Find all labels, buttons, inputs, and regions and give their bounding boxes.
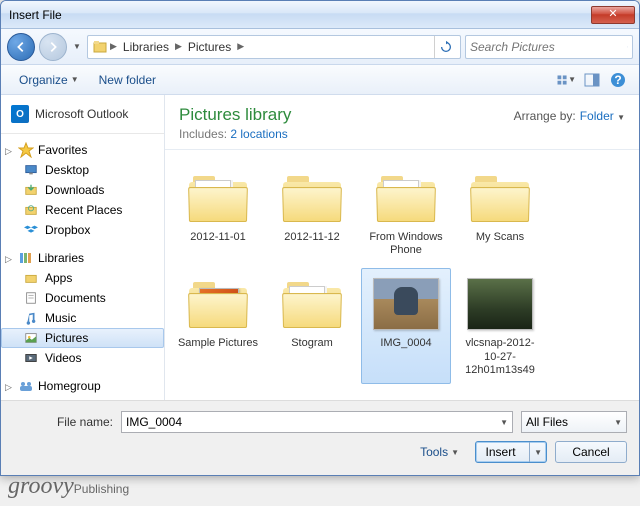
folder-icon [371, 169, 441, 227]
folder-icon [277, 169, 347, 227]
search-box[interactable] [465, 35, 633, 59]
library-subtitle: Includes: 2 locations [179, 127, 291, 141]
homegroup-icon [18, 378, 34, 394]
breadcrumb-separator[interactable]: ▶ [110, 41, 117, 52]
dropbox-icon [23, 222, 39, 238]
preview-pane-button[interactable] [581, 69, 603, 91]
breadcrumb-separator[interactable]: ▶ [175, 41, 182, 52]
library-title: Pictures library [179, 105, 291, 125]
file-item[interactable]: From Windows Phone [361, 162, 451, 264]
dialog-window: Insert File ✕ ▼ ▶ Libraries ▶ Pictures ▶ [0, 0, 640, 476]
file-item-label: From Windows Phone [364, 231, 448, 257]
desktop-icon [23, 162, 39, 178]
locations-link[interactable]: 2 locations [230, 127, 287, 141]
file-item-label: vlcsnap-2012-10-27-12h01m13s49 [458, 337, 542, 377]
dialog-footer: File name: ▼ All Files ▼ Tools ▼ Insert … [1, 400, 639, 475]
sidebar-item-apps[interactable]: Apps [1, 268, 164, 288]
chevron-down-icon[interactable]: ▼ [500, 418, 508, 427]
refresh-button[interactable] [434, 36, 456, 58]
folder-icon [465, 169, 535, 227]
sidebar-item-videos[interactable]: Videos [1, 348, 164, 368]
downloads-icon [23, 182, 39, 198]
file-item[interactable]: IMG_0004 [361, 268, 451, 384]
sidebar-item-pictures[interactable]: Pictures [1, 328, 164, 348]
toolbar: Organize ▼ New folder ▼ ? [1, 65, 639, 95]
breadcrumb-libraries[interactable]: Libraries [119, 38, 173, 56]
file-item[interactable]: My Scans [455, 162, 545, 264]
arrange-by: Arrange by: Folder ▼ [514, 105, 625, 123]
pictures-icon [23, 330, 39, 346]
navigation-bar: ▼ ▶ Libraries ▶ Pictures ▶ [1, 29, 639, 65]
insert-split-dropdown[interactable]: ▼ [529, 442, 546, 462]
file-grid[interactable]: 2012-11-01 2012-11-12 From Windows Phone My… [165, 150, 639, 400]
arrange-by-dropdown[interactable]: Folder ▼ [580, 109, 625, 123]
sidebar-favorites-head[interactable]: ▷ Favorites [1, 140, 164, 160]
file-filter-dropdown[interactable]: All Files ▼ [521, 411, 627, 433]
breadcrumb-pictures[interactable]: Pictures [184, 38, 235, 56]
documents-icon [23, 290, 39, 306]
filename-label: File name: [13, 415, 113, 429]
star-icon [18, 142, 34, 158]
close-button[interactable]: ✕ [591, 6, 635, 24]
filename-input[interactable] [126, 415, 500, 429]
music-icon [23, 310, 39, 326]
watermark: groovyPublishing [8, 473, 129, 500]
outlook-icon: O [11, 105, 29, 123]
chevron-down-icon: ▼ [614, 418, 622, 427]
filename-combobox[interactable]: ▼ [121, 411, 513, 433]
new-folder-button[interactable]: New folder [91, 69, 164, 91]
history-dropdown-icon[interactable]: ▼ [71, 38, 83, 56]
navigation-pane: O Microsoft Outlook ▷ Favorites Desktop … [1, 95, 165, 400]
file-item[interactable]: 2012-11-12 [267, 162, 357, 264]
view-options-button[interactable]: ▼ [555, 69, 577, 91]
file-item-label: Sample Pictures [178, 337, 258, 350]
forward-button[interactable] [39, 33, 67, 61]
file-item[interactable]: Sample Pictures [173, 268, 263, 384]
folder-icon [183, 275, 253, 333]
content-pane: Pictures library Includes: 2 locations A… [165, 95, 639, 400]
organize-menu[interactable]: Organize ▼ [11, 69, 87, 91]
folder-icon [23, 270, 39, 286]
sidebar-item-documents[interactable]: Documents [1, 288, 164, 308]
location-icon [92, 39, 108, 55]
image-thumbnail [465, 275, 535, 333]
recent-icon [23, 202, 39, 218]
file-item-label: 2012-11-12 [284, 231, 339, 244]
titlebar: Insert File ✕ [1, 1, 639, 29]
search-input[interactable] [470, 40, 627, 54]
file-item-label: 2012-11-01 [190, 231, 245, 244]
file-item-label: My Scans [476, 231, 524, 244]
sidebar-libraries-head[interactable]: ▷ Libraries [1, 248, 164, 268]
image-thumbnail [371, 275, 441, 333]
sidebar-item-recent[interactable]: Recent Places [1, 200, 164, 220]
sidebar-item-music[interactable]: Music [1, 308, 164, 328]
folder-icon [183, 169, 253, 227]
content-header: Pictures library Includes: 2 locations A… [165, 95, 639, 150]
videos-icon [23, 350, 39, 366]
cancel-button[interactable]: Cancel [555, 441, 627, 463]
search-icon [627, 40, 628, 54]
sidebar-item-desktop[interactable]: Desktop [1, 160, 164, 180]
file-item[interactable]: vlcsnap-2012-10-27-12h01m13s49 [455, 268, 545, 384]
folder-icon [277, 275, 347, 333]
sidebar-homegroup-head[interactable]: ▷ Homegroup [1, 376, 164, 396]
tools-menu[interactable]: Tools ▼ [412, 445, 467, 459]
help-button[interactable]: ? [607, 69, 629, 91]
sidebar-item-downloads[interactable]: Downloads [1, 180, 164, 200]
file-item-label: IMG_0004 [380, 337, 431, 350]
back-button[interactable] [7, 33, 35, 61]
window-title: Insert File [9, 8, 591, 22]
file-item-label: Stogram [291, 337, 333, 350]
insert-button[interactable]: Insert ▼ [475, 441, 547, 463]
sidebar-item-dropbox[interactable]: Dropbox [1, 220, 164, 240]
address-bar[interactable]: ▶ Libraries ▶ Pictures ▶ [87, 35, 461, 59]
libraries-icon [18, 250, 34, 266]
svg-text:?: ? [614, 73, 621, 87]
sidebar-outlook[interactable]: O Microsoft Outlook [1, 101, 164, 134]
breadcrumb-separator[interactable]: ▶ [237, 41, 244, 52]
file-item[interactable]: Stogram [267, 268, 357, 384]
file-item[interactable]: 2012-11-01 [173, 162, 263, 264]
